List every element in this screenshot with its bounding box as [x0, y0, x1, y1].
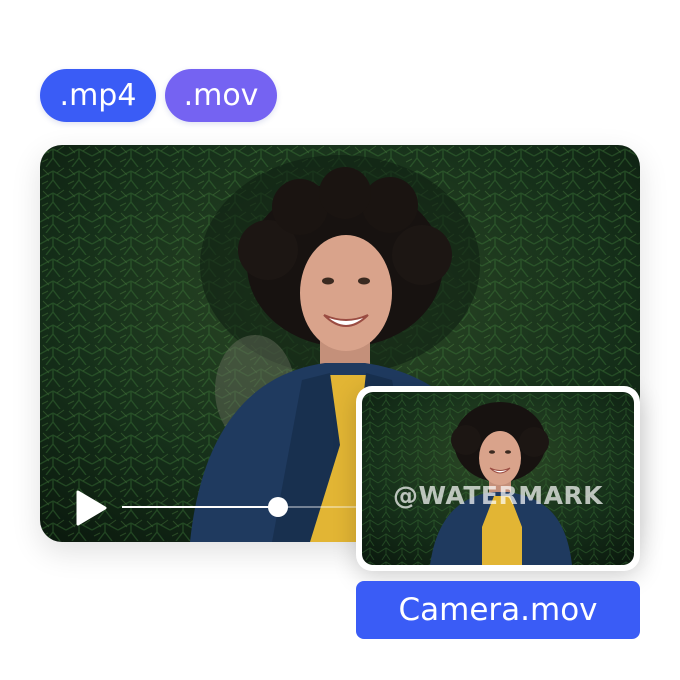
thumbnail-frame: @WATERMARK: [362, 392, 634, 565]
play-icon[interactable]: [74, 489, 108, 527]
seek-handle[interactable]: [268, 497, 288, 517]
seek-progress: [122, 506, 278, 508]
thumbnail-preview-card[interactable]: @WATERMARK: [356, 386, 640, 571]
file-name-label[interactable]: Camera.mov: [356, 581, 640, 639]
thumbnail-image: [362, 392, 634, 565]
watermark-text: @WATERMARK: [392, 481, 604, 510]
format-pill-mov[interactable]: .mov: [165, 69, 277, 122]
format-pill-mp4[interactable]: .mp4: [40, 69, 156, 122]
